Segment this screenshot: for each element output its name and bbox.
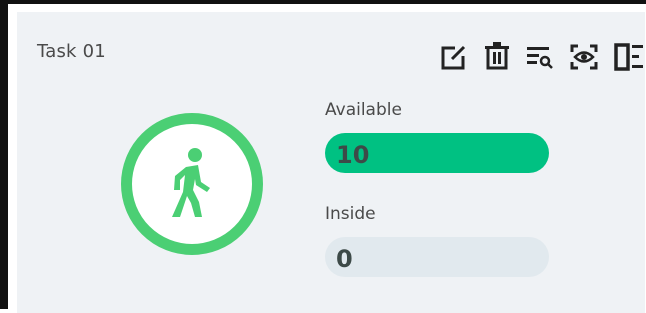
task-card[interactable]: Task 01 Available 10 Inside 0 (17, 12, 645, 313)
edit-button[interactable] (439, 39, 467, 73)
inside-label: Inside (325, 204, 376, 224)
panel-list-icon (614, 39, 643, 73)
inside-value: 0 (325, 237, 549, 277)
search-list-button[interactable] (526, 39, 554, 73)
task-title: Task 01 (37, 41, 106, 62)
available-value: 10 (325, 133, 549, 173)
card-toolbar (439, 39, 646, 73)
edit-icon (439, 39, 467, 73)
available-label: Available (325, 100, 402, 120)
eye-scan-icon (570, 39, 598, 73)
view-button[interactable] (570, 39, 598, 73)
delete-button[interactable] (483, 39, 511, 73)
status-indicator (121, 113, 263, 255)
panel-button[interactable] (614, 39, 643, 73)
trash-icon (483, 39, 511, 73)
search-list-icon (526, 39, 554, 73)
window-frame: Task 01 Available 10 Inside 0 (0, 0, 646, 313)
